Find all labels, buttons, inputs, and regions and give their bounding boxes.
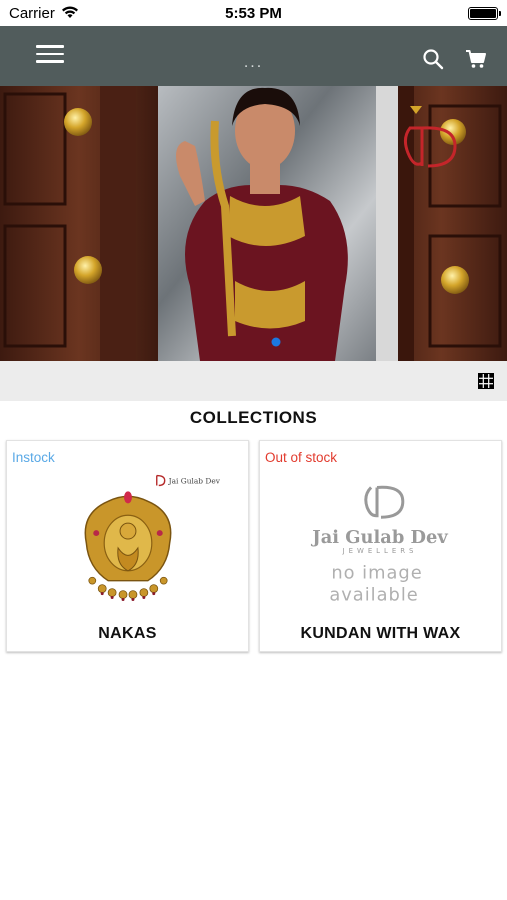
section-title: COLLECTIONS — [189, 408, 318, 427]
menu-icon — [36, 45, 64, 48]
grid-view-icon — [478, 373, 494, 389]
collection-name: KUNDAN WITH WAX — [300, 625, 461, 642]
watermark-text: Jai Gulab Dev — [168, 476, 221, 485]
product-image: Jai Gulab Dev — [84, 474, 221, 602]
cart-icon — [466, 50, 486, 68]
clock: 5:53 PM — [225, 5, 282, 22]
cart-button[interactable] — [465, 48, 489, 72]
placeholder-line1: no image — [331, 563, 422, 584]
search-icon — [423, 49, 444, 70]
collection-name: NAKAS — [98, 625, 157, 642]
placeholder-brand: Jai Gulab Dev — [310, 527, 448, 548]
banner-image — [0, 86, 507, 361]
placeholder-sub: JEWELLERS — [342, 547, 418, 555]
carousel-dot[interactable] — [271, 337, 281, 347]
no-image-placeholder: Jai Gulab Dev JEWELLERS no image availab… — [310, 485, 448, 606]
brand-logo-icon — [364, 485, 405, 519]
collection-card-nakas[interactable]: Instock Jai Gulab Dev NAKAS — [6, 440, 249, 652]
grid-view-button[interactable] — [478, 373, 494, 389]
search-button[interactable] — [422, 48, 446, 72]
placeholder-line2: available — [329, 585, 418, 606]
collection-card-kundan-with-wax[interactable]: Out of stock Jai Gulab Dev JEWELLERS no … — [259, 440, 502, 652]
battery-icon — [468, 7, 501, 20]
view-toolbar — [0, 361, 507, 401]
banner-carousel[interactable] — [0, 86, 507, 361]
status-bar: Carrier 5:53 PM — [0, 0, 507, 26]
app-header: ... — [0, 26, 507, 86]
